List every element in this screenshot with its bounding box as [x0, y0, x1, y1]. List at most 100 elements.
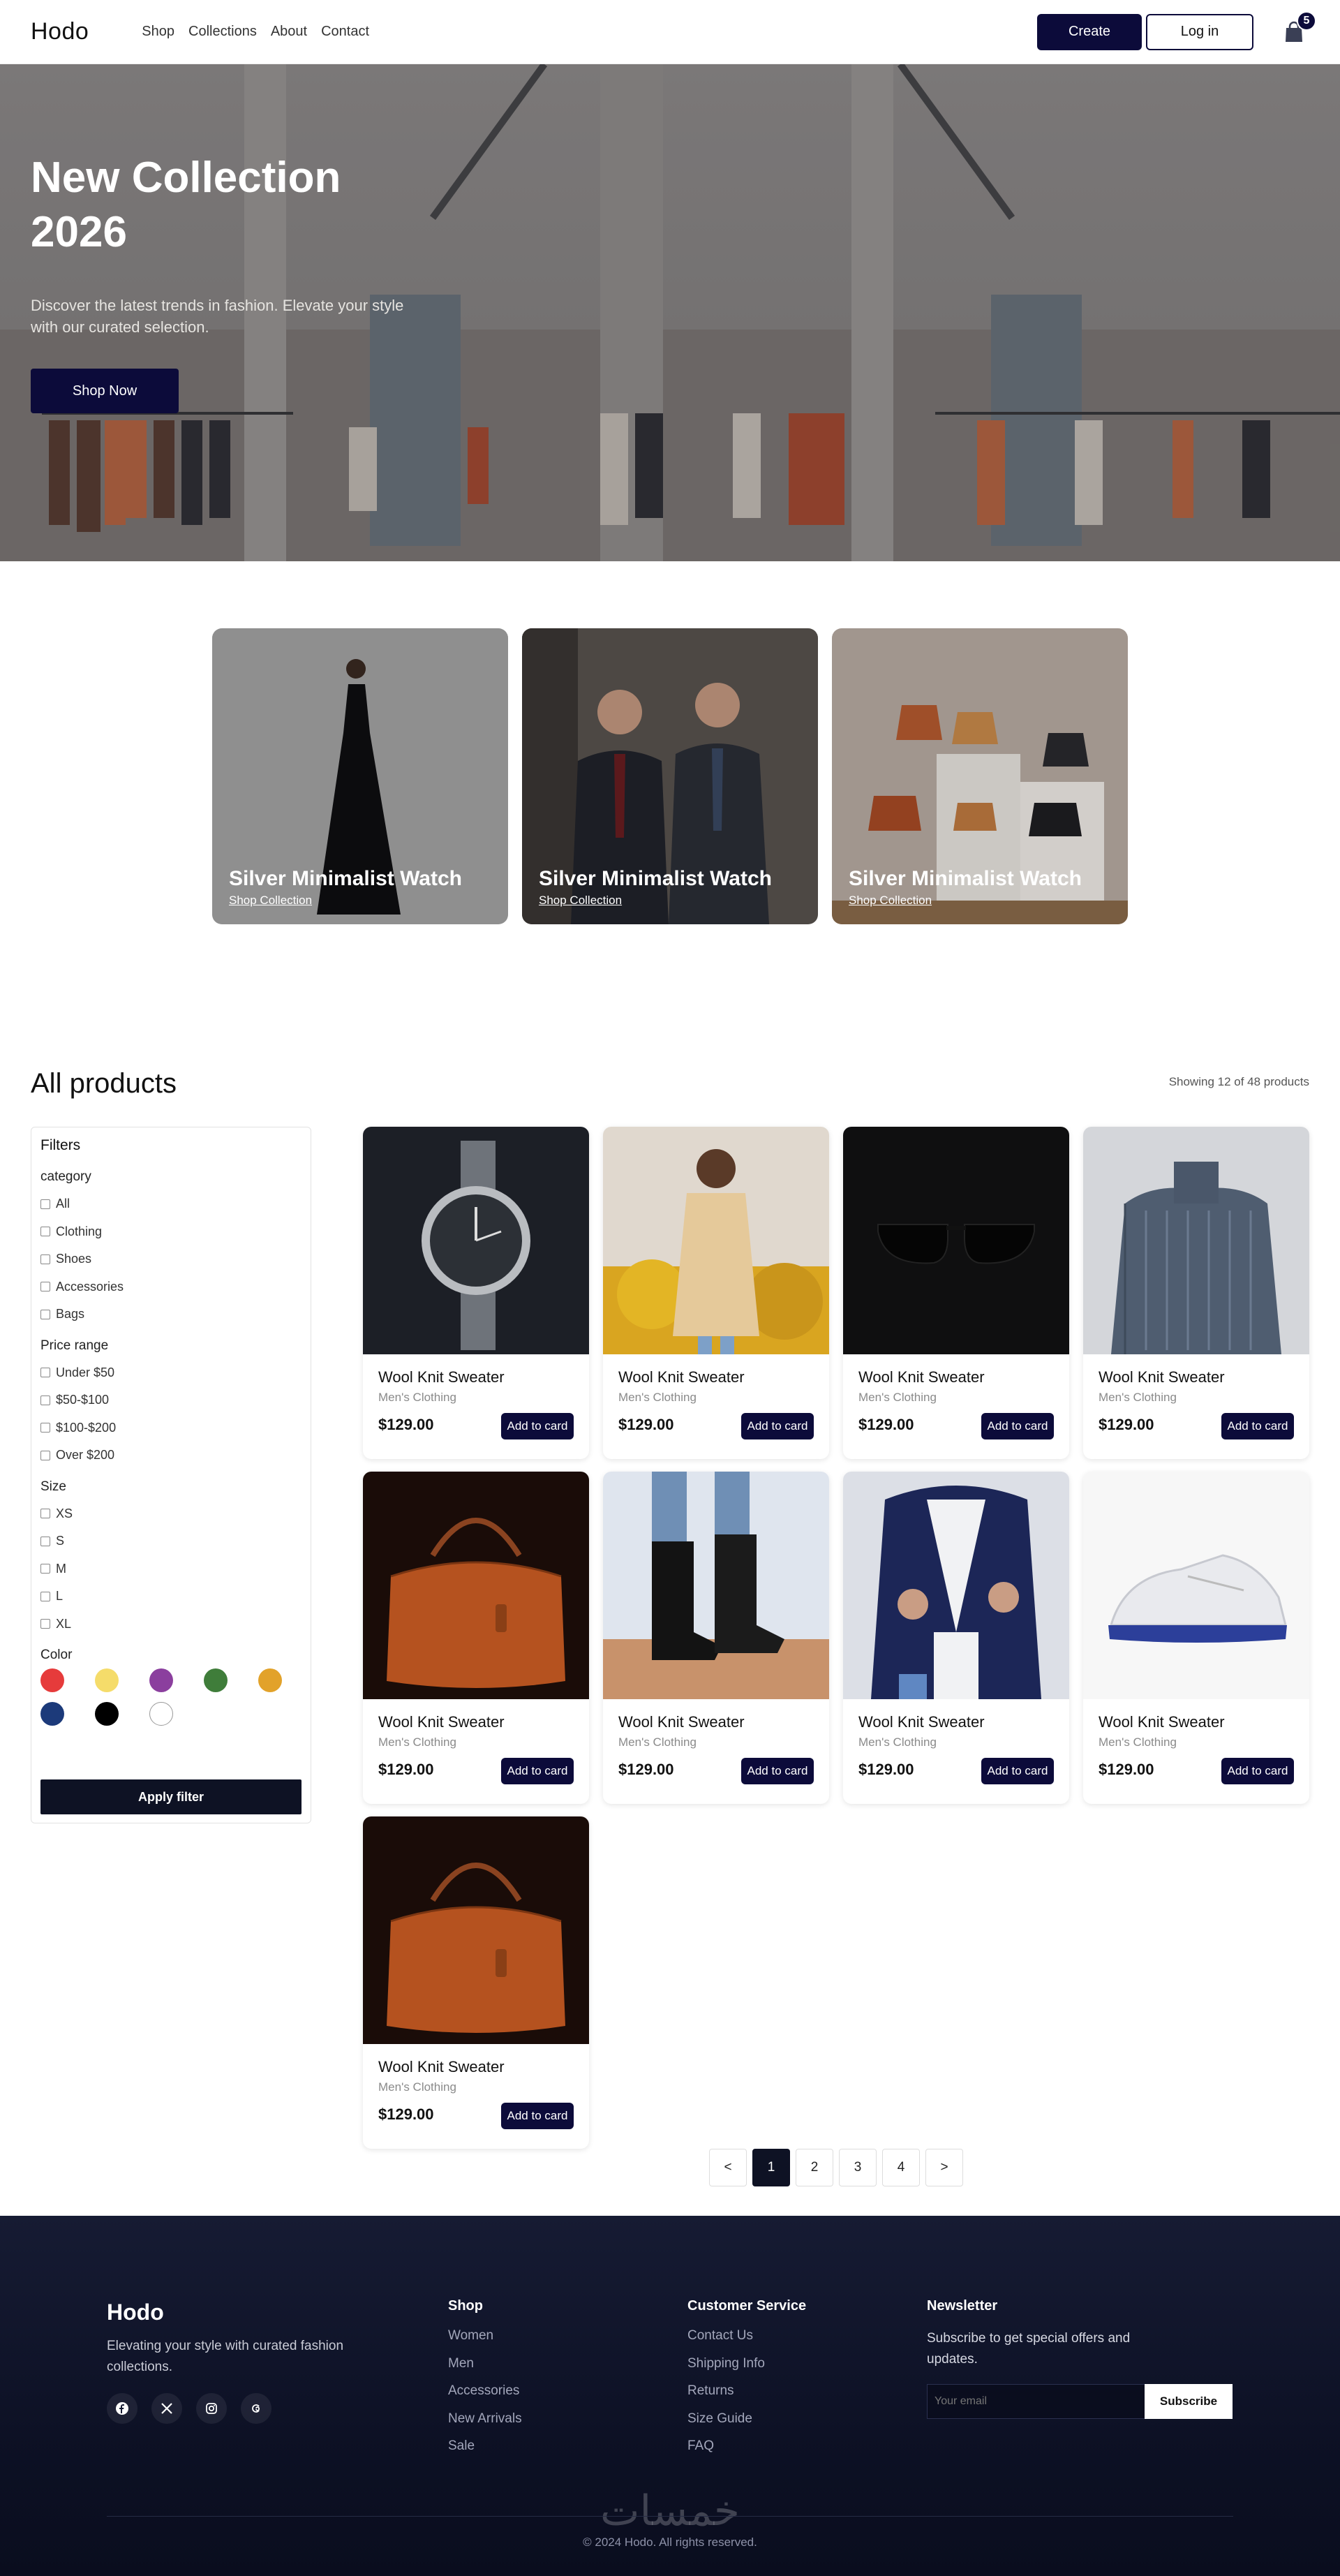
checkbox[interactable] — [40, 1619, 50, 1629]
footer-logo[interactable]: Hodo — [107, 2300, 164, 2325]
footer-column-title: Newsletter — [927, 2298, 998, 2314]
product-card[interactable]: Wool Knit Sweater Men's Clothing $129.00 Ad… — [843, 1472, 1069, 1804]
product-card[interactable]: Wool Knit Sweater Men's Clothing $129.00 Ad… — [603, 1127, 829, 1459]
product-card[interactable]: Wool Knit Sweater Men's Clothing $129.00 Ad… — [363, 1472, 589, 1804]
filter-option[interactable]: XL — [40, 1611, 302, 1638]
collection-card[interactable]: Silver Minimalist Watch Shop Collection — [522, 628, 818, 924]
page-3-button[interactable]: 3 — [839, 2149, 877, 2186]
page-2-button[interactable]: 2 — [796, 2149, 833, 2186]
create-button[interactable]: Create — [1037, 13, 1142, 50]
checkbox[interactable] — [40, 1227, 50, 1237]
color-swatch[interactable] — [204, 1668, 228, 1692]
subscribe-button[interactable]: Subscribe — [1145, 2384, 1233, 2419]
footer-link[interactable]: Men — [448, 2356, 522, 2384]
color-swatch[interactable] — [95, 1702, 119, 1726]
color-swatch[interactable] — [95, 1668, 119, 1692]
nav-link-collections[interactable]: Collections — [188, 24, 257, 40]
footer-link[interactable]: Contact Us — [687, 2328, 806, 2356]
footer-link[interactable]: FAQ — [687, 2438, 806, 2466]
x-icon[interactable] — [151, 2393, 182, 2424]
checkbox[interactable] — [40, 1564, 50, 1574]
color-swatch[interactable] — [40, 1668, 64, 1692]
shop-collection-link[interactable]: Shop Collection — [849, 894, 932, 908]
add-to-cart-button[interactable]: Add to card — [741, 1758, 814, 1784]
filter-option[interactable]: Accessories — [40, 1273, 302, 1301]
threads-icon[interactable] — [241, 2393, 271, 2424]
collection-card[interactable]: Silver Minimalist Watch Shop Collection — [212, 628, 508, 924]
site-logo[interactable]: Hodo — [31, 18, 89, 45]
checkbox[interactable] — [40, 1199, 50, 1209]
checkbox[interactable] — [40, 1591, 50, 1601]
facebook-icon[interactable] — [107, 2393, 137, 2424]
instagram-icon[interactable] — [196, 2393, 227, 2424]
footer-link[interactable]: Sale — [448, 2438, 522, 2466]
product-price: $129.00 — [378, 1416, 434, 1433]
login-button[interactable]: Log in — [1146, 13, 1253, 50]
add-to-cart-button[interactable]: Add to card — [501, 2103, 574, 2129]
checkbox[interactable] — [40, 1423, 50, 1433]
checkbox[interactable] — [40, 1254, 50, 1264]
cart-button[interactable]: 5 — [1279, 10, 1316, 47]
nav-link-shop[interactable]: Shop — [142, 24, 174, 40]
page-1-button[interactable]: 1 — [752, 2149, 790, 2186]
footer-link[interactable]: Returns — [687, 2383, 806, 2411]
color-swatch[interactable] — [149, 1702, 173, 1726]
nav-link-contact[interactable]: Contact — [321, 24, 369, 40]
checkbox[interactable] — [40, 1368, 50, 1378]
checkbox[interactable] — [40, 1450, 50, 1460]
filter-option[interactable]: $50-$100 — [40, 1386, 302, 1414]
collection-card[interactable]: Silver Minimalist Watch Shop Collection — [832, 628, 1128, 924]
add-to-cart-button[interactable]: Add to card — [501, 1758, 574, 1784]
checkbox[interactable] — [40, 1509, 50, 1519]
add-to-cart-button[interactable]: Add to card — [981, 1758, 1054, 1784]
color-swatch[interactable] — [258, 1668, 282, 1692]
shop-collection-link[interactable]: Shop Collection — [539, 894, 622, 908]
add-to-cart-button[interactable]: Add to card — [501, 1413, 574, 1439]
filter-option[interactable]: M — [40, 1555, 302, 1583]
next-page-button[interactable]: > — [925, 2149, 963, 2186]
footer-link[interactable]: Size Guide — [687, 2411, 806, 2439]
filter-option[interactable]: All — [40, 1190, 302, 1218]
filter-option[interactable]: Shoes — [40, 1245, 302, 1273]
product-card[interactable]: Wool Knit Sweater Men's Clothing $129.00 Ad… — [603, 1472, 829, 1804]
product-card[interactable]: Wool Knit Sweater Men's Clothing $129.00 Ad… — [363, 1127, 589, 1459]
apply-filter-button[interactable]: Apply filter — [40, 1779, 302, 1814]
footer-link[interactable]: Women — [448, 2328, 522, 2356]
filter-option[interactable]: $100-$200 — [40, 1414, 302, 1442]
footer-link[interactable]: New Arrivals — [448, 2411, 522, 2439]
product-card[interactable]: Wool Knit Sweater Men's Clothing $129.00 Ad… — [363, 1816, 589, 2149]
add-to-cart-button[interactable]: Add to card — [1221, 1758, 1294, 1784]
add-to-cart-button[interactable]: Add to card — [741, 1413, 814, 1439]
filter-option[interactable]: XS — [40, 1500, 302, 1528]
add-to-cart-button[interactable]: Add to card — [1221, 1413, 1294, 1439]
product-card[interactable]: Wool Knit Sweater Men's Clothing $129.00 Ad… — [1083, 1472, 1309, 1804]
checkbox[interactable] — [40, 1536, 50, 1546]
hero-subtitle: Discover the latest trends in fashion. E… — [31, 297, 404, 336]
nav-link-about[interactable]: About — [271, 24, 307, 40]
newsletter-email-input[interactable] — [927, 2384, 1145, 2419]
product-image — [1083, 1127, 1309, 1354]
color-swatch[interactable] — [40, 1702, 64, 1726]
product-card[interactable]: Wool Knit Sweater Men's Clothing $129.00 Ad… — [843, 1127, 1069, 1459]
filters-title: Filters — [40, 1137, 81, 1153]
product-price: $129.00 — [378, 1761, 434, 1778]
color-swatch[interactable] — [149, 1668, 173, 1692]
shop-now-button[interactable]: Shop Now — [31, 369, 179, 413]
filter-option[interactable]: Bags — [40, 1301, 302, 1328]
checkbox[interactable] — [40, 1395, 50, 1405]
price-filter: Price range Under $50 $50-$100 $100-$200… — [40, 1338, 302, 1470]
prev-page-button[interactable]: < — [709, 2149, 747, 2186]
filter-option[interactable]: Under $50 — [40, 1359, 302, 1387]
checkbox[interactable] — [40, 1282, 50, 1292]
add-to-cart-button[interactable]: Add to card — [981, 1413, 1054, 1439]
checkbox[interactable] — [40, 1309, 50, 1319]
page-4-button[interactable]: 4 — [882, 2149, 920, 2186]
shop-collection-link[interactable]: Shop Collection — [229, 894, 312, 908]
filter-option[interactable]: Clothing — [40, 1218, 302, 1246]
footer-link[interactable]: Accessories — [448, 2383, 522, 2411]
product-card[interactable]: Wool Knit Sweater Men's Clothing $129.00 Ad… — [1083, 1127, 1309, 1459]
filter-option[interactable]: S — [40, 1527, 302, 1555]
filter-option[interactable]: Over $200 — [40, 1442, 302, 1470]
filter-option[interactable]: L — [40, 1583, 302, 1611]
footer-link[interactable]: Shipping Info — [687, 2356, 806, 2384]
